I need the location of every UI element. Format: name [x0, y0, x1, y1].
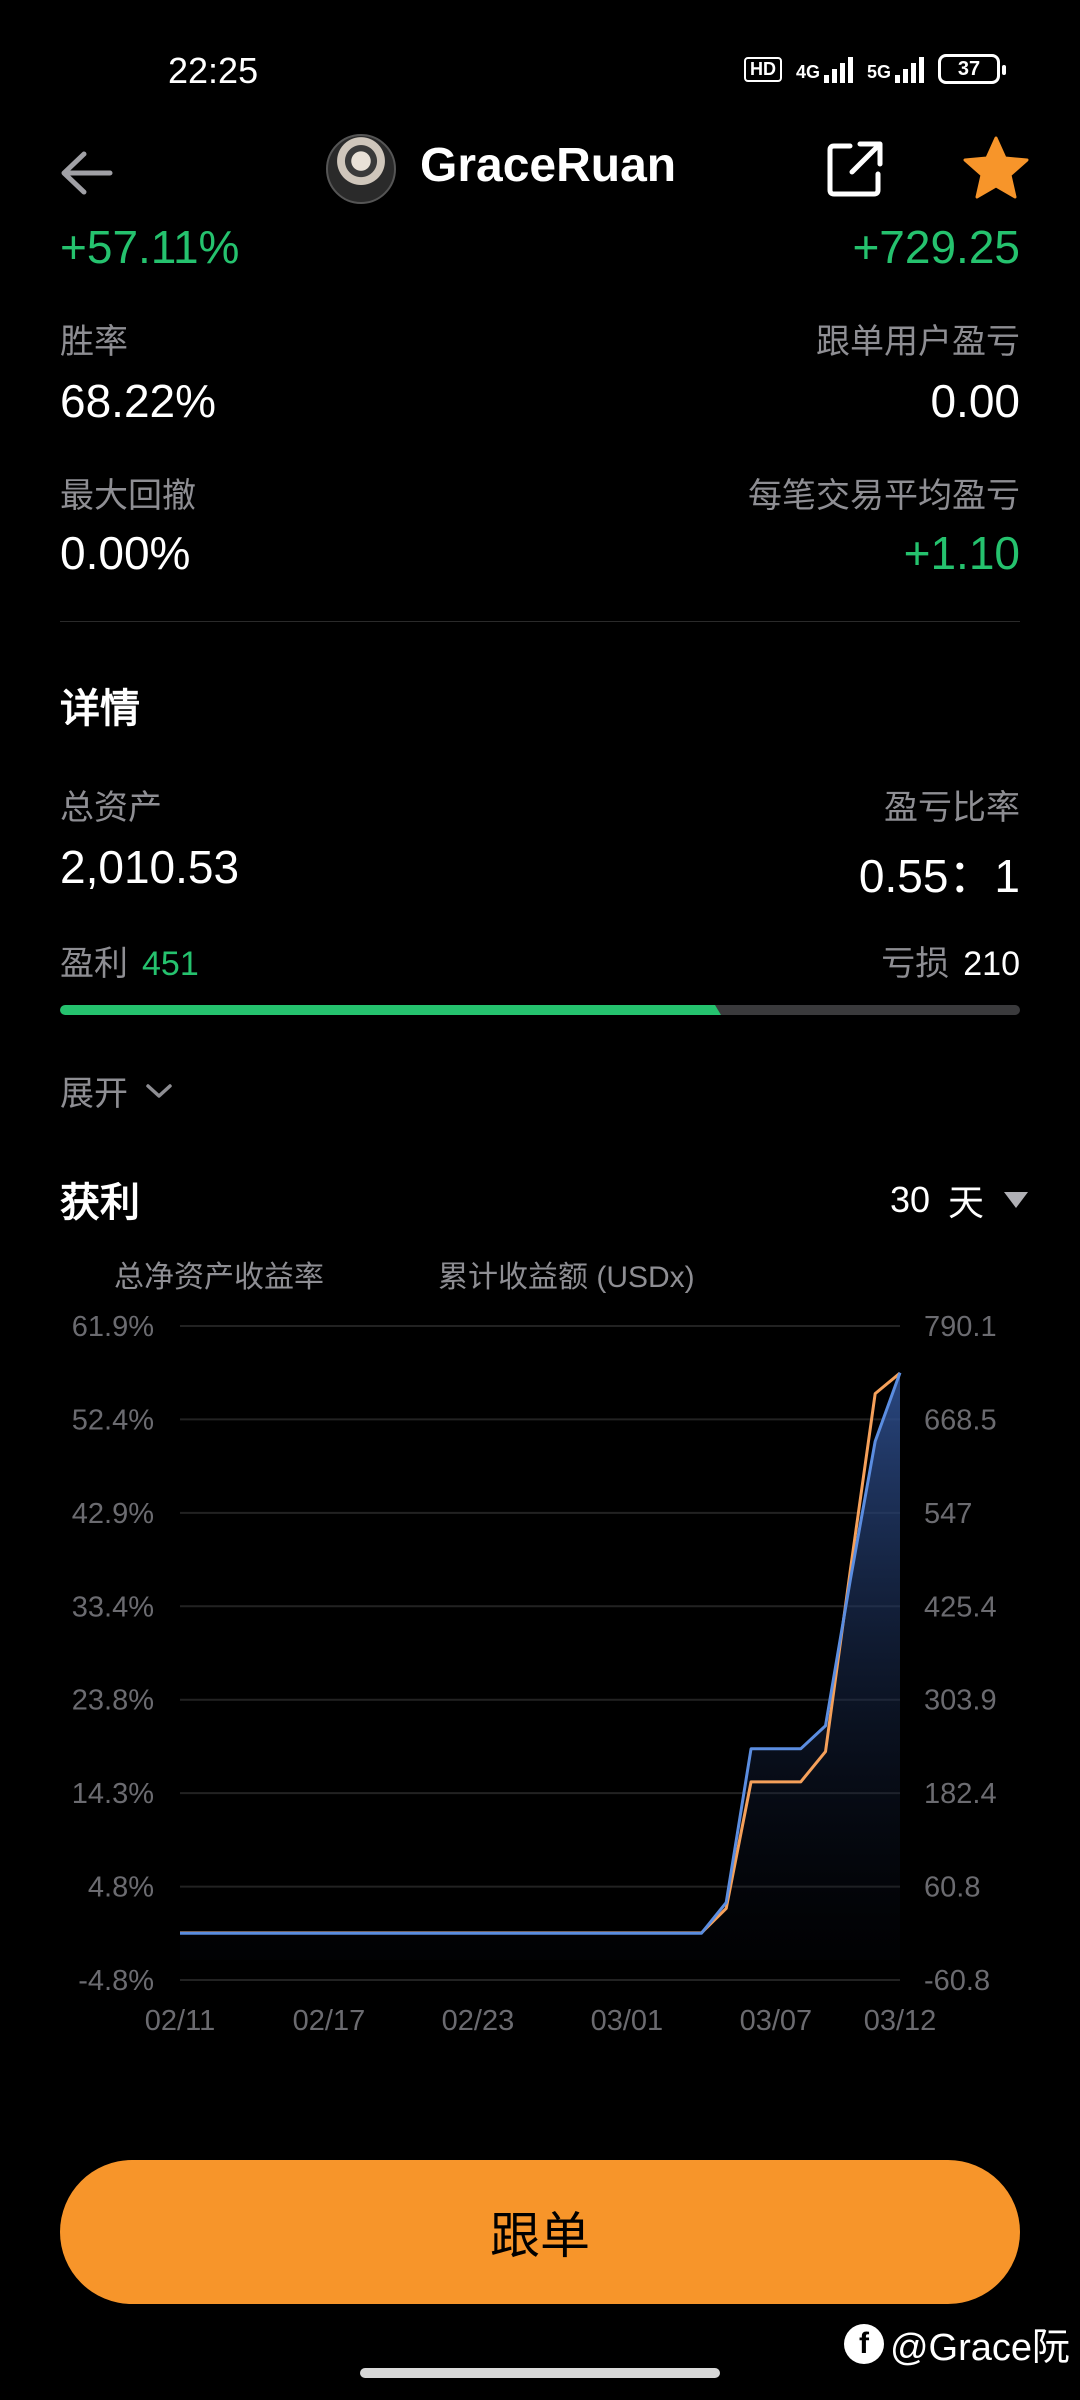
profit-count-row: 盈利 451	[60, 936, 199, 985]
profit-section-title: 获利	[60, 1181, 140, 1225]
follower-pnl-label: 跟单用户盈亏	[816, 323, 1020, 361]
y-right-tick-label: 790.1	[924, 1311, 997, 1343]
expand-toggle[interactable]: 展开	[60, 1066, 174, 1115]
max-drawdown-value: 0.00%	[60, 527, 191, 579]
battery-icon: 37	[938, 54, 1006, 84]
total-assets-value: 2,010.53	[60, 841, 240, 893]
y-right-tick-label: 303.9	[924, 1685, 997, 1717]
period-value: 30	[889, 1179, 930, 1220]
x-tick-label: 03/12	[864, 2005, 937, 2037]
win-loss-bar-fill	[60, 1005, 721, 1015]
y-right-tick-label: 60.8	[924, 1872, 980, 1904]
home-indicator[interactable]	[360, 2368, 720, 2378]
y-right-tick-label: 547	[924, 1498, 972, 1530]
profit-label: 盈利	[60, 945, 128, 983]
hd-icon: HD	[743, 56, 782, 82]
max-drawdown-label: 最大回撤	[60, 477, 196, 515]
pl-ratio-value: 0.55：1	[858, 850, 1020, 902]
signal-5g-icon: 5G	[867, 55, 924, 83]
status-icons: HD 4G 5G 37	[743, 54, 1006, 84]
legend-cum-pnl: 累计收益额 (USDx)	[438, 1261, 695, 1294]
x-tick-label: 03/01	[591, 2005, 664, 2037]
x-tick-label: 02/11	[145, 2005, 215, 2037]
y-right-tick-label: 425.4	[924, 1591, 997, 1623]
back-arrow-icon[interactable]	[56, 148, 116, 198]
follow-button[interactable]: 跟单	[60, 2160, 1020, 2304]
dropdown-triangle-icon	[1004, 1192, 1028, 1208]
avatar[interactable]	[326, 134, 396, 204]
favorite-star-icon[interactable]	[962, 134, 1030, 202]
chevron-down-icon	[146, 1083, 172, 1098]
y-left-tick-label: -4.8%	[78, 1965, 154, 1997]
follower-pnl-value: 0.00	[930, 375, 1020, 427]
watermark-text: @Grace阮	[889, 2327, 1070, 2369]
win-rate-value: 68.22%	[60, 375, 217, 427]
loss-label: 亏损	[881, 945, 950, 983]
y-right-tick-label: 668.5	[924, 1404, 997, 1436]
signal-4g-icon: 4G	[796, 55, 853, 83]
x-tick-label: 03/07	[740, 2005, 813, 2037]
win-rate-label: 胜率	[60, 323, 128, 361]
avg-pnl-label: 每笔交易平均盈亏	[748, 477, 1020, 515]
facebook-icon: f	[843, 2323, 884, 2364]
status-time: 22:25	[168, 50, 259, 91]
cum-pnl-area	[180, 1372, 900, 1960]
pnl-value: +729.25	[852, 221, 1020, 273]
period-unit: 天	[947, 1182, 984, 1223]
loss-count-row: 亏损 210	[881, 936, 1020, 985]
y-left-tick-label: 4.8%	[88, 1872, 154, 1904]
y-left-tick-label: 52.4%	[72, 1404, 154, 1436]
y-right-tick-label: -60.8	[924, 1965, 990, 1997]
username: GraceRuan	[420, 139, 677, 192]
details-title: 详情	[60, 687, 140, 731]
y-left-tick-label: 33.4%	[72, 1591, 154, 1623]
avg-pnl-value: +1.10	[903, 527, 1020, 579]
x-tick-label: 02/23	[442, 2005, 515, 2037]
legend-roi: 总净资产收益率	[114, 1261, 324, 1294]
y-left-tick-label: 42.9%	[72, 1498, 154, 1530]
y-left-tick-label: 23.8%	[72, 1685, 154, 1717]
roi-value: +57.11%	[60, 221, 240, 273]
x-tick-label: 02/17	[293, 2005, 366, 2037]
watermark: f @Grace阮	[843, 2316, 1070, 2371]
win-loss-bar	[60, 1005, 1020, 1015]
period-selector[interactable]: 30 天	[890, 1174, 1030, 1226]
total-assets-label: 总资产	[60, 789, 162, 827]
y-right-tick-label: 182.4	[924, 1778, 997, 1810]
pl-ratio-label: 盈亏比率	[884, 789, 1020, 827]
profit-chart: 61.9% 790.1 52.4% 668.5 42.9% 547 33.4% 425.4 23…	[72, 1311, 997, 2037]
share-icon[interactable]	[824, 138, 886, 200]
expand-label: 展开	[60, 1075, 128, 1113]
y-left-tick-label: 61.9%	[72, 1311, 154, 1343]
divider	[60, 621, 1020, 622]
y-left-tick-label: 14.3%	[72, 1778, 154, 1810]
profit-count: 451	[142, 945, 199, 983]
loss-count: 210	[963, 945, 1020, 983]
